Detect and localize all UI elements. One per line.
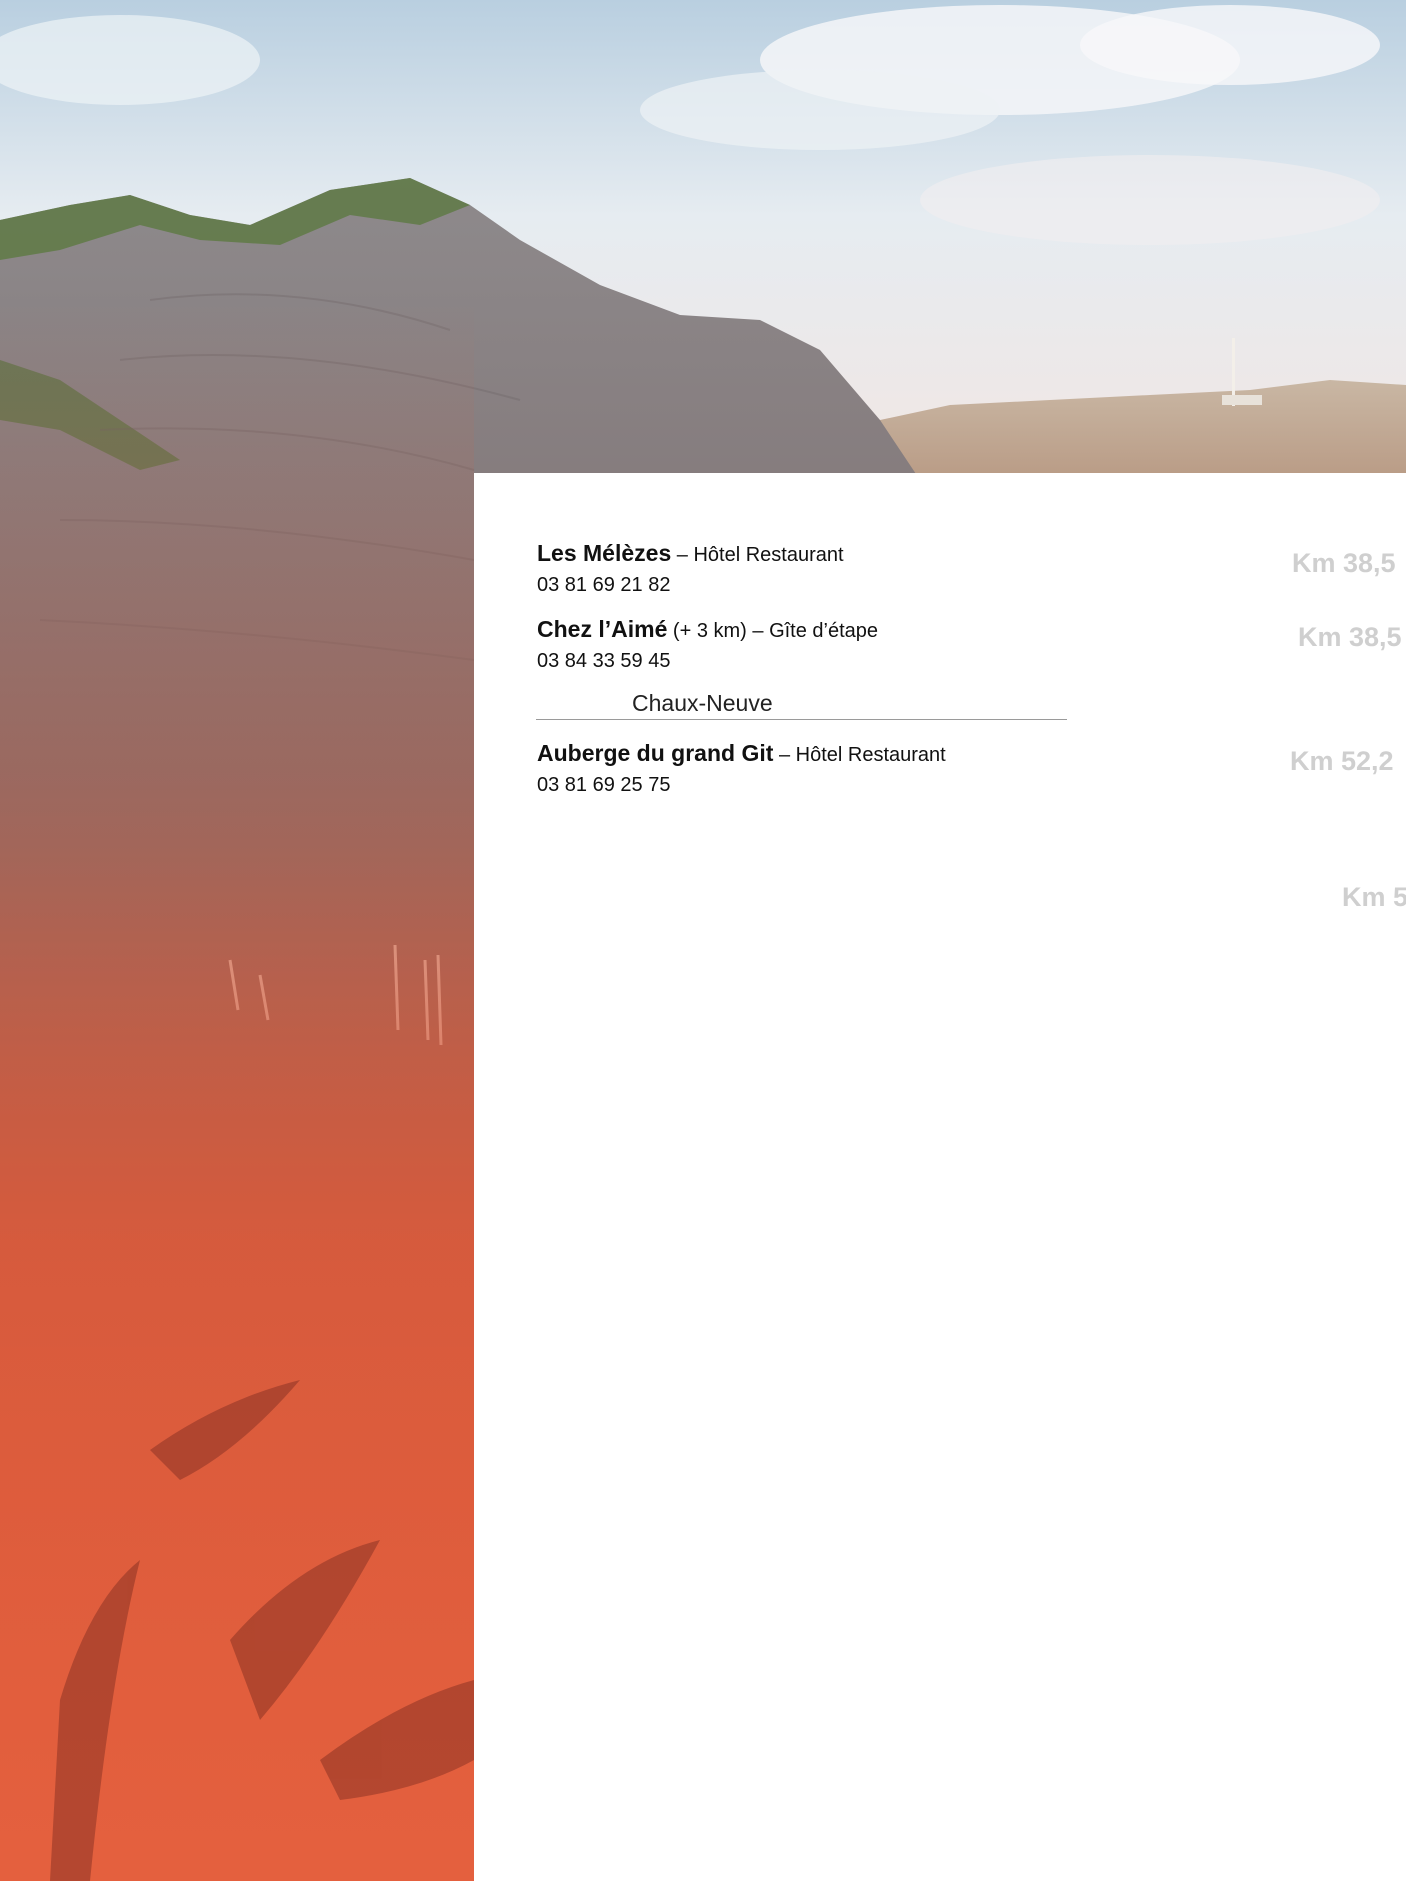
lodging-phone: 03 81 69 21 82 [537, 574, 671, 596]
page: Les Mélèzes – Hôtel Restaurant 03 81 69 … [0, 0, 1406, 1881]
lodging-phone: 03 81 69 25 75 [537, 774, 671, 796]
lodging-detail: – Hôtel Restaurant [773, 744, 946, 766]
town-divider [536, 719, 1067, 720]
lodging-entry-chez-l-aime: Chez l’Aimé (+ 3 km) – Gîte d’étape 03 8… [537, 614, 1097, 676]
distance-marker: Km 5 [1342, 882, 1406, 912]
content-panel [474, 473, 1406, 1881]
lodging-detail: – Hôtel Restaurant [671, 544, 844, 566]
distance-marker: Km 38,5 [1292, 548, 1396, 578]
distance-marker: Km 52,2 [1290, 746, 1394, 776]
lodging-entry-les-melezes: Les Mélèzes – Hôtel Restaurant 03 81 69 … [537, 538, 1097, 600]
lodging-phone: 03 84 33 59 45 [537, 650, 671, 672]
lodging-name: Auberge du grand Git [537, 740, 774, 766]
distance-marker: Km 38,5 [1298, 622, 1402, 652]
lodging-name: Les Mélèzes [537, 540, 672, 566]
town-heading: Chaux-Neuve [632, 690, 773, 716]
lodging-detail: (+ 3 km) – Gîte d’étape [667, 620, 879, 642]
lodging-entry-auberge-du-grand-git: Auberge du grand Git – Hôtel Restaurant … [537, 738, 1097, 800]
lodging-name: Chez l’Aimé [537, 616, 668, 642]
